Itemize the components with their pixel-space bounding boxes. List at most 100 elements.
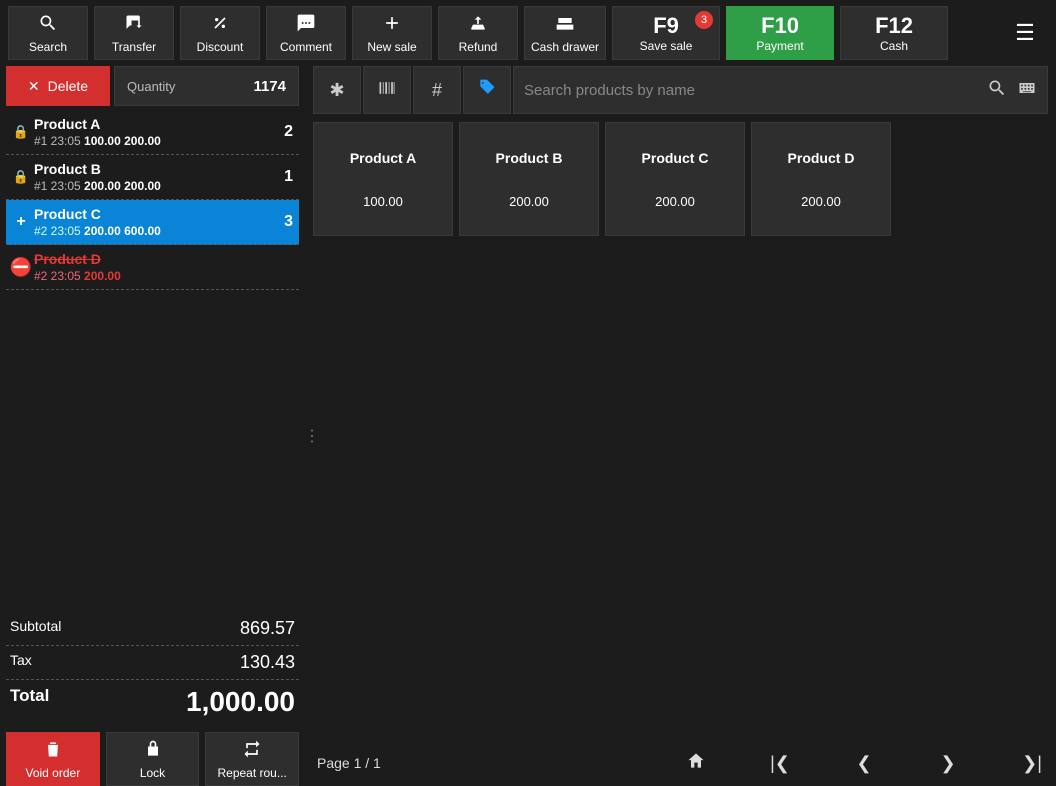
repeat-round-label: Repeat rou... [217,766,286,780]
payment-button[interactable]: F10Payment [726,6,834,60]
first-page-button[interactable]: |❮ [768,753,792,774]
quantity-value: 1174 [253,78,286,95]
search-input-wrap [513,66,1048,114]
lock-icon: 🔒 [13,169,29,185]
search-label: Search [29,40,67,54]
lock-button[interactable]: Lock [106,732,200,786]
lock-icon [143,739,163,764]
asterisk-icon: ✱ [329,80,344,101]
delete-button[interactable]: ✕Delete [6,66,110,106]
comment-icon [296,13,316,38]
subtotal-value: 869.57 [240,618,295,639]
menu-button[interactable]: ☰ [1002,6,1048,60]
last-page-button[interactable]: ❯| [1020,753,1044,774]
line-meta: #2 23:05 200.00 600.00 [34,224,269,238]
close-icon: ✕ [28,78,40,95]
line-name: Product B [34,161,269,177]
transfer-label: Transfer [112,40,156,54]
product-card[interactable]: Product B200.00 [459,122,599,236]
cash-drawer-icon [555,13,575,38]
lock-icon: 🔒 [13,124,29,140]
new-sale-button[interactable]: New sale [352,6,432,60]
order-panel: ✕Delete Quantity 1174 🔒 Product A #1 23:05 … [0,66,305,786]
totals: Subtotal869.57 Tax130.43 Total1,000.00 [6,612,299,724]
barcode-icon [377,78,397,103]
lock-label: Lock [140,766,165,780]
repeat-icon [242,739,262,764]
tax-value: 130.43 [240,652,295,673]
new-sale-label: New sale [367,40,416,54]
tag-icon [477,78,497,103]
save-sale-label: Save sale [640,39,693,53]
search-button[interactable]: Search [8,6,88,60]
discount-button[interactable]: Discount [180,6,260,60]
keyboard-icon[interactable] [1017,78,1037,103]
refund-button[interactable]: Refund [438,6,518,60]
product-name: Product A [350,150,416,166]
product-card[interactable]: Product A 100.00 [313,122,453,236]
panel-divider[interactable] [305,66,313,786]
order-line[interactable]: ⛔Product D #2 23:05 200.00 [6,245,299,290]
transfer-button[interactable]: Transfer [94,6,174,60]
pager-text: Page 1 / 1 [317,755,381,771]
void-order-label: Void order [25,766,80,780]
order-line[interactable]: 🔒 Product A #1 23:05 100.00 200.002 [6,110,299,155]
product-price: 200.00 [801,194,841,209]
product-name: Product C [642,150,709,166]
plus-icon [382,13,402,38]
product-card[interactable]: Product C 200.00 [605,122,745,236]
line-meta: #2 23:05 200.00 [34,269,269,283]
discount-label: Discount [197,40,244,54]
search-icon[interactable] [987,78,1007,103]
product-name: Product B [496,150,563,166]
filter-tag-button[interactable] [463,66,511,114]
minus-icon: ⛔ [10,257,32,278]
comment-button[interactable]: Comment [266,6,346,60]
filter-star-button[interactable]: ✱ [313,66,361,114]
trash-icon [43,739,63,764]
line-name: Product A [34,116,269,132]
line-name: Product C [34,206,269,222]
cash-button[interactable]: F12Cash [840,6,948,60]
plus-icon: + [16,213,25,231]
order-lines: 🔒 Product A #1 23:05 100.00 200.002 🔒 Produc… [6,110,299,608]
pager: Page 1 / 1 |❮ ❮ ❯ ❯| [313,740,1048,786]
product-search-input[interactable] [524,82,977,99]
cash-drawer-label: Cash drawer [531,40,599,54]
product-panel: ✱ # Product A100.00Product B200.00Produc… [313,66,1056,786]
product-price: 200.00 [655,194,695,209]
repeat-round-button[interactable]: Repeat rou... [205,732,299,786]
cash-drawer-button[interactable]: Cash drawer [524,6,606,60]
product-name: Product D [788,150,855,166]
filter-barcode-button[interactable] [363,66,411,114]
line-name: Product D [34,251,269,267]
f12-key: F12 [875,13,913,39]
void-order-button[interactable]: Void order [6,732,100,786]
next-page-button[interactable]: ❯ [936,753,960,774]
line-qty: 3 [269,213,293,231]
quantity-label: Quantity [127,79,175,94]
hamburger-icon: ☰ [1015,20,1035,46]
save-sale-button[interactable]: 3F9Save sale [612,6,720,60]
product-grid: Product A100.00Product B200.00Product C2… [313,122,1048,736]
home-button[interactable] [684,751,708,776]
quantity-box[interactable]: Quantity 1174 [114,66,299,106]
product-price: 100.00 [363,194,403,209]
cash-label: Cash [880,39,908,53]
order-line[interactable]: + Product C #2 23:05 200.00 600.003 [6,200,299,245]
total-value: 1,000.00 [186,686,295,718]
prev-page-button[interactable]: ❮ [852,753,876,774]
subtotal-label: Subtotal [10,618,61,639]
line-meta: #1 23:05 100.00 200.00 [34,134,269,148]
comment-label: Comment [280,40,332,54]
filter-hash-button[interactable]: # [413,66,461,114]
search-icon [38,13,58,38]
total-label: Total [10,686,49,718]
refund-icon [468,13,488,38]
transfer-icon [124,13,144,38]
order-line[interactable]: 🔒Product B#1 23:05 200.00 200.001 [6,155,299,200]
top-toolbar: Search Transfer Discount Comment New sal… [0,0,1056,66]
line-qty: 2 [269,123,293,141]
product-card[interactable]: Product D 200.00 [751,122,891,236]
discount-icon [210,13,230,38]
